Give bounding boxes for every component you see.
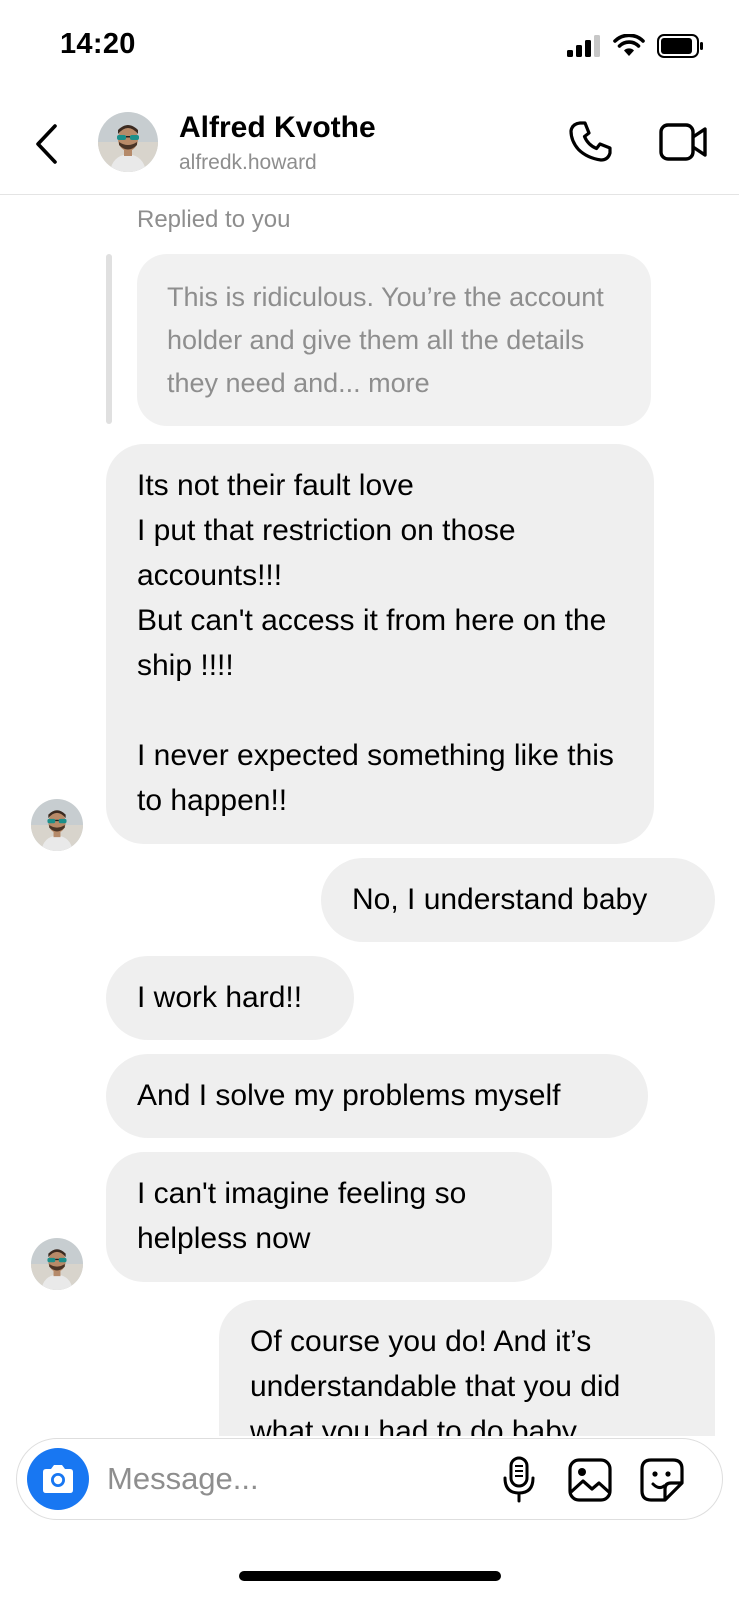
signal-icon xyxy=(567,35,600,57)
image-icon xyxy=(568,1458,612,1502)
battery-icon xyxy=(657,34,703,58)
audio-call-button[interactable] xyxy=(566,117,616,167)
camera-icon xyxy=(43,1465,73,1493)
wifi-icon xyxy=(613,34,645,56)
sticker-button[interactable] xyxy=(637,1455,687,1505)
status-time: 14:20 xyxy=(60,28,136,60)
sender-avatar xyxy=(31,1238,83,1290)
camera-button[interactable] xyxy=(27,1448,89,1510)
contact-name[interactable]: Alfred Kvothe xyxy=(179,111,376,145)
replied-label: Replied to you xyxy=(137,206,291,233)
video-camera-icon xyxy=(659,123,707,161)
quoted-message[interactable]: This is ridiculous. You’re the account h… xyxy=(137,254,651,426)
message-bubble-sent[interactable]: No, I understand baby xyxy=(321,858,715,942)
video-call-button[interactable] xyxy=(658,117,710,167)
message-bubble-received[interactable]: I work hard!! xyxy=(106,956,354,1040)
reply-indicator-bar xyxy=(106,254,112,424)
status-bar: 14:20 xyxy=(0,0,739,90)
message-bubble-received[interactable]: And I solve my problems myself xyxy=(106,1054,648,1138)
microphone-icon xyxy=(503,1456,535,1503)
phone-icon xyxy=(569,121,612,162)
contact-handle[interactable]: alfredk.howard xyxy=(179,151,317,175)
voice-message-button[interactable] xyxy=(497,1455,541,1505)
gallery-button[interactable] xyxy=(565,1455,615,1505)
message-composer xyxy=(16,1438,723,1520)
sticker-icon xyxy=(640,1458,684,1502)
message-input[interactable] xyxy=(107,1459,487,1499)
chevron-left-icon xyxy=(36,124,57,164)
message-thread[interactable]: Replied to you This is ridiculous. You’r… xyxy=(0,196,739,1436)
contact-avatar[interactable] xyxy=(98,112,158,172)
home-indicator[interactable] xyxy=(239,1571,501,1581)
message-bubble-received[interactable]: Its not their fault love I put that rest… xyxy=(106,444,654,844)
chat-header: Alfred Kvothe alfredk.howard xyxy=(0,95,739,195)
status-icons xyxy=(567,32,705,60)
message-bubble-received[interactable]: I can't imagine feeling so helpless now xyxy=(106,1152,552,1282)
sender-avatar xyxy=(31,799,83,851)
back-button[interactable] xyxy=(26,119,66,169)
message-bubble-sent[interactable]: Of course you do! And it’s understandabl… xyxy=(219,1300,715,1436)
